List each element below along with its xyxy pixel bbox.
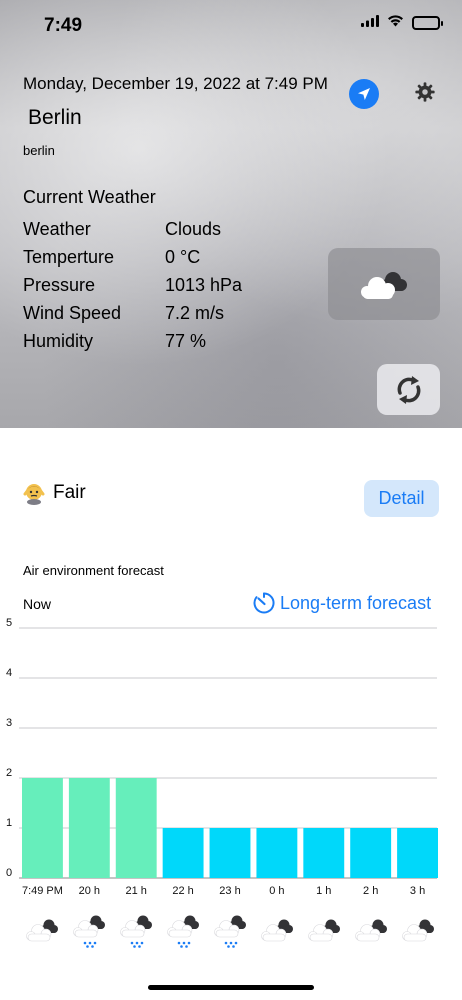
- hourly-weather-icons: [0, 915, 462, 949]
- temperature-row-value: 0 °C: [165, 247, 201, 267]
- rain-icon: [212, 915, 248, 949]
- current-weather-title: Current Weather: [23, 187, 156, 207]
- bar: [115, 778, 157, 878]
- cloud-icon: [259, 915, 295, 949]
- y-tick-label: 5: [6, 618, 12, 629]
- bar: [256, 828, 298, 878]
- gear-icon: [415, 82, 435, 102]
- battery-icon: [412, 16, 443, 30]
- bar: [162, 828, 204, 878]
- face-emoji-icon: [23, 484, 45, 505]
- status-time: 7:49: [44, 15, 83, 36]
- wind-speed-row-value: 7.2 m/s: [165, 303, 225, 323]
- x-tick-label: 3 h: [410, 885, 425, 897]
- bar: [209, 828, 251, 878]
- bar: [350, 828, 392, 878]
- temperature-row-label: Temperture: [23, 247, 115, 267]
- pressure-row-value: 1013 hPa: [165, 275, 243, 295]
- air-forecast-chart: 0 1 2 3 4 5 7:49 PM 20 h 21 h 22 h 23 h 0 h 1 h 2 h 3 …: [6, 618, 438, 897]
- cloud-icon: [306, 915, 342, 949]
- rain-icon: [118, 915, 154, 949]
- x-tick-label: 20 h: [79, 885, 100, 897]
- x-tick-label: 7:49 PM: [22, 885, 63, 897]
- clouds-icon: [361, 272, 407, 299]
- air-quality-status: Fair: [22, 481, 86, 505]
- x-tick-label: 1 h: [316, 885, 331, 897]
- air-forecast-label: Air environment forecast: [23, 563, 164, 578]
- pressure-row-label: Pressure: [23, 275, 96, 295]
- date-time: Monday, December 19, 2022 at 7:49 PM: [23, 74, 328, 93]
- refresh-icon: [397, 375, 420, 404]
- weather-icon-card: [328, 248, 440, 320]
- timer-icon: [253, 592, 275, 614]
- y-tick-label: 2: [6, 767, 12, 779]
- x-tick-label: 23 h: [219, 885, 240, 897]
- signal-icon: [361, 14, 379, 32]
- bar: [303, 828, 345, 878]
- humidity-row-value: 77 %: [165, 331, 207, 351]
- home-indicator: [148, 985, 314, 990]
- settings-button[interactable]: [412, 79, 438, 105]
- x-tick-label: 22 h: [172, 885, 193, 897]
- long-term-forecast-button[interactable]: Long-term forecast: [252, 591, 431, 615]
- bar: [22, 778, 63, 878]
- rain-icon: [71, 915, 107, 949]
- bar: [68, 778, 110, 878]
- refresh-button[interactable]: [377, 364, 440, 415]
- detail-button[interactable]: Detail: [364, 480, 439, 517]
- weather-row-value: Clouds: [165, 219, 222, 239]
- wifi-icon: [387, 14, 404, 32]
- y-tick-label: 3: [6, 717, 12, 729]
- x-tick-label: 2 h: [363, 885, 378, 897]
- x-tick-label: 0 h: [269, 885, 284, 897]
- weather-row-label: Weather: [23, 219, 91, 239]
- bar: [397, 828, 438, 878]
- location-arrow-icon: [358, 88, 370, 100]
- long-term-forecast-label: Long-term forecast: [280, 592, 432, 613]
- city-name: Berlin: [28, 106, 82, 129]
- now-label: Now: [23, 596, 52, 612]
- x-tick-label: 21 h: [126, 885, 147, 897]
- location-button[interactable]: [349, 79, 379, 109]
- wind-speed-row-label: Wind Speed: [23, 303, 122, 323]
- y-tick-label: 0: [6, 867, 12, 879]
- rain-icon: [165, 915, 201, 949]
- humidity-row-label: Humidity: [23, 331, 94, 351]
- y-tick-label: 4: [6, 667, 12, 679]
- y-tick-label: 1: [6, 817, 12, 829]
- cloud-icon: [400, 915, 436, 949]
- cloud-icon: [24, 915, 60, 949]
- city-subtitle: berlin: [23, 143, 55, 158]
- cloud-icon: [353, 915, 389, 949]
- air-status-label: Fair: [53, 482, 86, 503]
- status-icons: [361, 14, 443, 32]
